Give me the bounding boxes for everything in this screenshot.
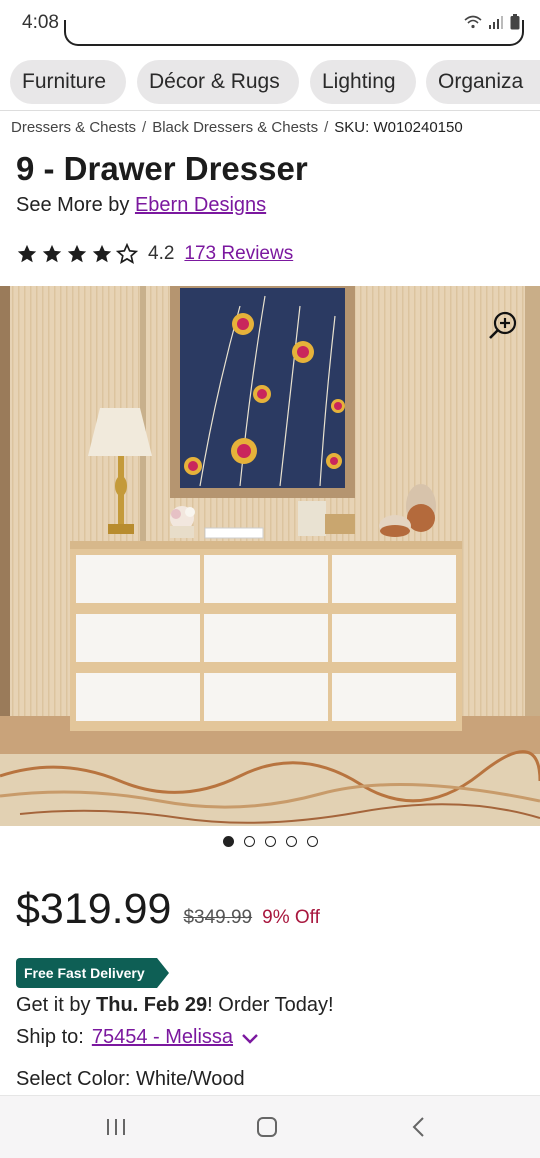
product-photo <box>0 286 540 826</box>
product-image[interactable] <box>0 286 540 826</box>
image-pagination <box>0 836 540 847</box>
image-dot[interactable] <box>243 836 255 847</box>
delivery-date: Thu. Feb 29 <box>96 994 208 1016</box>
image-dot[interactable] <box>306 836 318 847</box>
star-icon <box>67 244 87 263</box>
status-bar: 4:08 <box>0 0 540 46</box>
price-row: $319.99 $349.99 9% Off <box>16 885 320 934</box>
category-organization[interactable]: Organiza <box>426 60 540 104</box>
divider <box>0 110 540 111</box>
reviews-link[interactable]: 173 Reviews <box>184 243 293 265</box>
breadcrumb: Dressers & Chests / Black Dressers & Chest… <box>11 119 463 136</box>
breadcrumb-separator: / <box>142 119 147 136</box>
category-decor-rugs[interactable]: Décor & Rugs <box>137 60 299 104</box>
home-icon[interactable] <box>255 1116 279 1138</box>
search-bar-edge[interactable] <box>64 20 524 46</box>
category-lighting[interactable]: Lighting <box>310 60 416 104</box>
chevron-down-icon[interactable] <box>239 1027 261 1049</box>
free-delivery-badge: Free Fast Delivery <box>16 958 169 988</box>
category-bar: Furniture Décor & Rugs Lighting Organiza <box>0 60 540 106</box>
see-more-by: See More by Ebern Designs <box>16 194 266 217</box>
image-dot[interactable] <box>264 836 276 847</box>
original-price: $349.99 <box>183 907 253 928</box>
zoom-in-icon[interactable] <box>488 310 518 340</box>
ship-to: Ship to: 75454 - Melissa <box>16 1026 261 1049</box>
star-rating <box>16 243 138 265</box>
back-icon[interactable] <box>407 1116 431 1138</box>
image-dot[interactable] <box>222 836 234 847</box>
star-icon <box>17 244 37 263</box>
breadcrumb-separator: / <box>324 119 329 136</box>
category-furniture[interactable]: Furniture <box>10 60 126 104</box>
breadcrumb-dressers[interactable]: Dressers & Chests <box>11 119 136 136</box>
delivery-suffix: ! Order Today! <box>207 994 334 1016</box>
star-outline-icon <box>116 243 138 264</box>
star-icon <box>42 244 62 263</box>
product-title: 9 - Drawer Dresser <box>16 150 308 187</box>
recent-apps-icon[interactable] <box>104 1116 128 1138</box>
see-more-prefix: See More by <box>16 194 130 216</box>
delivery-prefix: Get it by <box>16 994 91 1016</box>
star-icon <box>92 244 112 263</box>
breadcrumb-black-dressers[interactable]: Black Dressers & Chests <box>152 119 318 136</box>
sku-label: SKU: W010240150 <box>334 119 463 136</box>
current-price: $319.99 <box>16 885 172 933</box>
delivery-estimate: Get it by Thu. Feb 29! Order Today! <box>16 994 334 1017</box>
brand-link[interactable]: Ebern Designs <box>135 194 266 216</box>
discount-label: 9% Off <box>262 907 320 928</box>
status-time: 4:08 <box>22 12 59 33</box>
ship-to-location-link[interactable]: 75454 - Melissa <box>92 1026 233 1049</box>
system-nav-bar <box>0 1095 540 1158</box>
image-dot[interactable] <box>285 836 297 847</box>
ship-to-label: Ship to: <box>16 1026 84 1048</box>
select-color-label: Select Color: White/Wood <box>16 1068 245 1090</box>
rating-value: 4.2 <box>148 243 175 264</box>
rating-row: 4.2 173 Reviews <box>16 243 293 265</box>
